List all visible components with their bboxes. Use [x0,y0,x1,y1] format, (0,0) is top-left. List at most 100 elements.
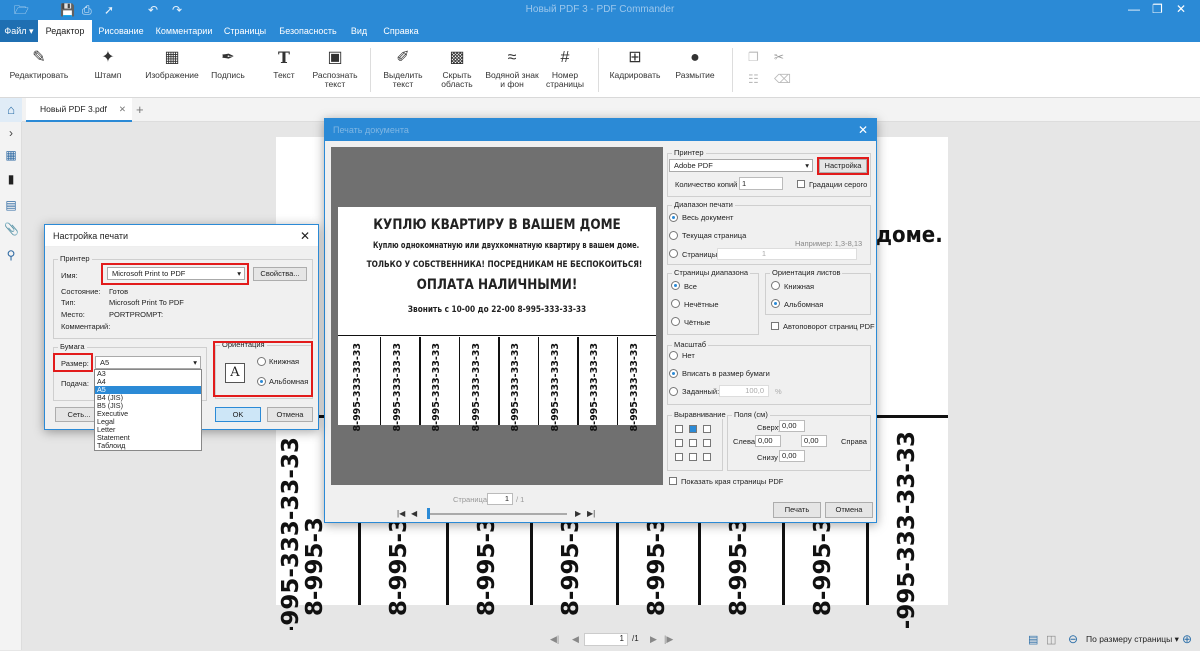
thumbnails-icon[interactable]: ▦ [4,148,18,162]
tab-security[interactable]: Безопасность [276,20,340,42]
cursor-icon[interactable]: ➚ [104,3,114,17]
alignment-cell[interactable] [703,439,711,447]
tab-help[interactable]: Справка [378,20,424,42]
subset-all-radio[interactable] [671,281,680,290]
blur-button[interactable]: ● Размытие [668,48,722,80]
alignment-cell[interactable] [689,425,697,433]
setup-landscape-radio[interactable] [257,377,266,386]
alignment-cell[interactable] [689,453,697,461]
preview-page-input[interactable]: 1 [487,493,513,505]
attachment-icon[interactable]: 📎 [4,222,19,236]
home-icon[interactable]: ⌂ [0,98,22,122]
page-number-button[interactable]: # Номер страницы [542,48,588,89]
bookmarks-icon[interactable]: ▮ [4,172,18,186]
first-page-icon[interactable]: ◀| [550,634,559,645]
close-icon[interactable]: ✕ [858,119,868,141]
paper-size-option[interactable]: A4 [95,378,201,386]
text-button[interactable]: T Текст [266,48,302,80]
minimize-icon[interactable]: — [1128,2,1140,16]
highlight-text-button[interactable]: ✐ Выделить текст [378,48,428,89]
subset-odd-radio[interactable] [671,299,680,308]
redo-icon[interactable]: ↷ [172,3,182,17]
search-icon[interactable]: ⚲ [4,248,18,262]
alignment-cell[interactable] [675,425,683,433]
document-tab[interactable]: Новый PDF 3.pdf ✕ [26,98,132,122]
paper-size-option[interactable]: A3 [95,370,201,378]
scale-fit-radio[interactable] [669,369,678,378]
save-icon[interactable]: 💾 [60,3,75,17]
range-pages-input[interactable]: 1 [717,248,857,260]
cancel-button[interactable]: Отмена [267,407,313,422]
properties-button[interactable]: Свойства... [253,267,307,281]
scale-custom-radio[interactable] [669,387,678,396]
subset-even-radio[interactable] [671,317,680,326]
add-tab-icon[interactable]: + [136,102,144,117]
alignment-cell[interactable] [675,453,683,461]
margin-right-input[interactable]: 0,00 [801,435,827,447]
close-icon[interactable]: ✕ [300,225,310,247]
cancel-button[interactable]: Отмена [825,502,873,518]
paper-size-option[interactable]: Таблоид [95,442,201,450]
alignment-cell[interactable] [689,439,697,447]
preview-slider-thumb[interactable] [427,508,430,519]
close-icon[interactable]: ✕ [1176,2,1186,16]
stamp-button[interactable]: ✦ Штамп [86,48,130,80]
next-page-icon[interactable]: ▶ [575,509,581,518]
tab-comments[interactable]: Комментарии [152,20,216,42]
signature-button[interactable]: ✒ Подпись [206,48,250,80]
margin-top-input[interactable]: 0,00 [779,420,805,432]
expand-chevron-icon[interactable]: › [4,126,18,140]
comments-icon[interactable]: ▤ [4,198,18,212]
alignment-cell[interactable] [675,439,683,447]
setup-portrait-radio[interactable] [257,357,266,366]
prev-page-icon[interactable]: ◀ [572,634,579,645]
paper-size-select[interactable]: A5 ▾ [95,356,201,369]
print-button[interactable]: Печать [773,502,821,518]
tab-view[interactable]: Вид [344,20,374,42]
margin-bottom-input[interactable]: 0,00 [779,450,805,462]
trash-icon[interactable]: ⌫ [774,72,791,86]
tab-editor[interactable]: Редактор [38,20,92,42]
image-button[interactable]: ▦ Изображение [144,48,200,80]
crop-button[interactable]: ⊞ Кадрировать [606,48,664,80]
page-input[interactable]: 1 [584,633,628,646]
margin-left-input[interactable]: 0,00 [755,435,781,447]
two-page-view-icon[interactable]: ◫ [1046,633,1056,646]
alignment-cell[interactable] [703,425,711,433]
edit-button[interactable]: ✎ Редактировать [6,48,72,80]
autorotate-checkbox[interactable] [771,322,779,330]
zoom-select[interactable]: По размеру страницы ▾ [1086,634,1179,645]
maximize-icon[interactable]: ❐ [1152,2,1163,16]
grayscale-checkbox[interactable] [797,180,805,188]
tab-close-icon[interactable]: ✕ [119,98,126,120]
copy-icon[interactable]: ❐ [748,50,759,64]
alignment-cell[interactable] [703,453,711,461]
range-pages-radio[interactable] [669,249,678,258]
range-current-radio[interactable] [669,231,678,240]
scale-none-radio[interactable] [669,351,678,360]
zoom-out-icon[interactable]: ⊖ [1068,632,1078,646]
printer-select[interactable]: Adobe PDF ▾ [669,159,813,172]
recognize-text-button[interactable]: ▣ Распознать текст [306,48,364,89]
single-page-view-icon[interactable]: ▤ [1028,633,1038,646]
next-page-icon[interactable]: ▶ [650,634,657,645]
print-icon[interactable]: ⎙ [82,3,92,17]
tab-drawing[interactable]: Рисование [94,20,148,42]
watermark-button[interactable]: ≈ Водяной знак и фон [484,48,540,89]
show-edges-checkbox[interactable] [669,477,677,485]
last-page-icon[interactable]: ▶| [587,509,595,518]
zoom-in-icon[interactable]: ⊕ [1182,632,1192,646]
folder-icon[interactable]: 🗁 [14,3,29,17]
orient-portrait-radio[interactable] [771,281,780,290]
paste-icon[interactable]: ☷ [748,72,759,86]
prev-page-icon[interactable]: ◀ [411,509,417,518]
range-all-radio[interactable] [669,213,678,222]
file-menu[interactable]: Файл ▾ [0,20,38,42]
last-page-icon[interactable]: |▶ [664,634,673,645]
undo-icon[interactable]: ↶ [148,3,158,17]
copies-input[interactable]: 1 [739,177,783,190]
tab-pages[interactable]: Страницы [220,20,270,42]
hide-area-button[interactable]: ▩ Скрыть область [434,48,480,89]
scissors-icon[interactable]: ✂ [774,50,784,64]
first-page-icon[interactable]: |◀ [397,509,405,518]
